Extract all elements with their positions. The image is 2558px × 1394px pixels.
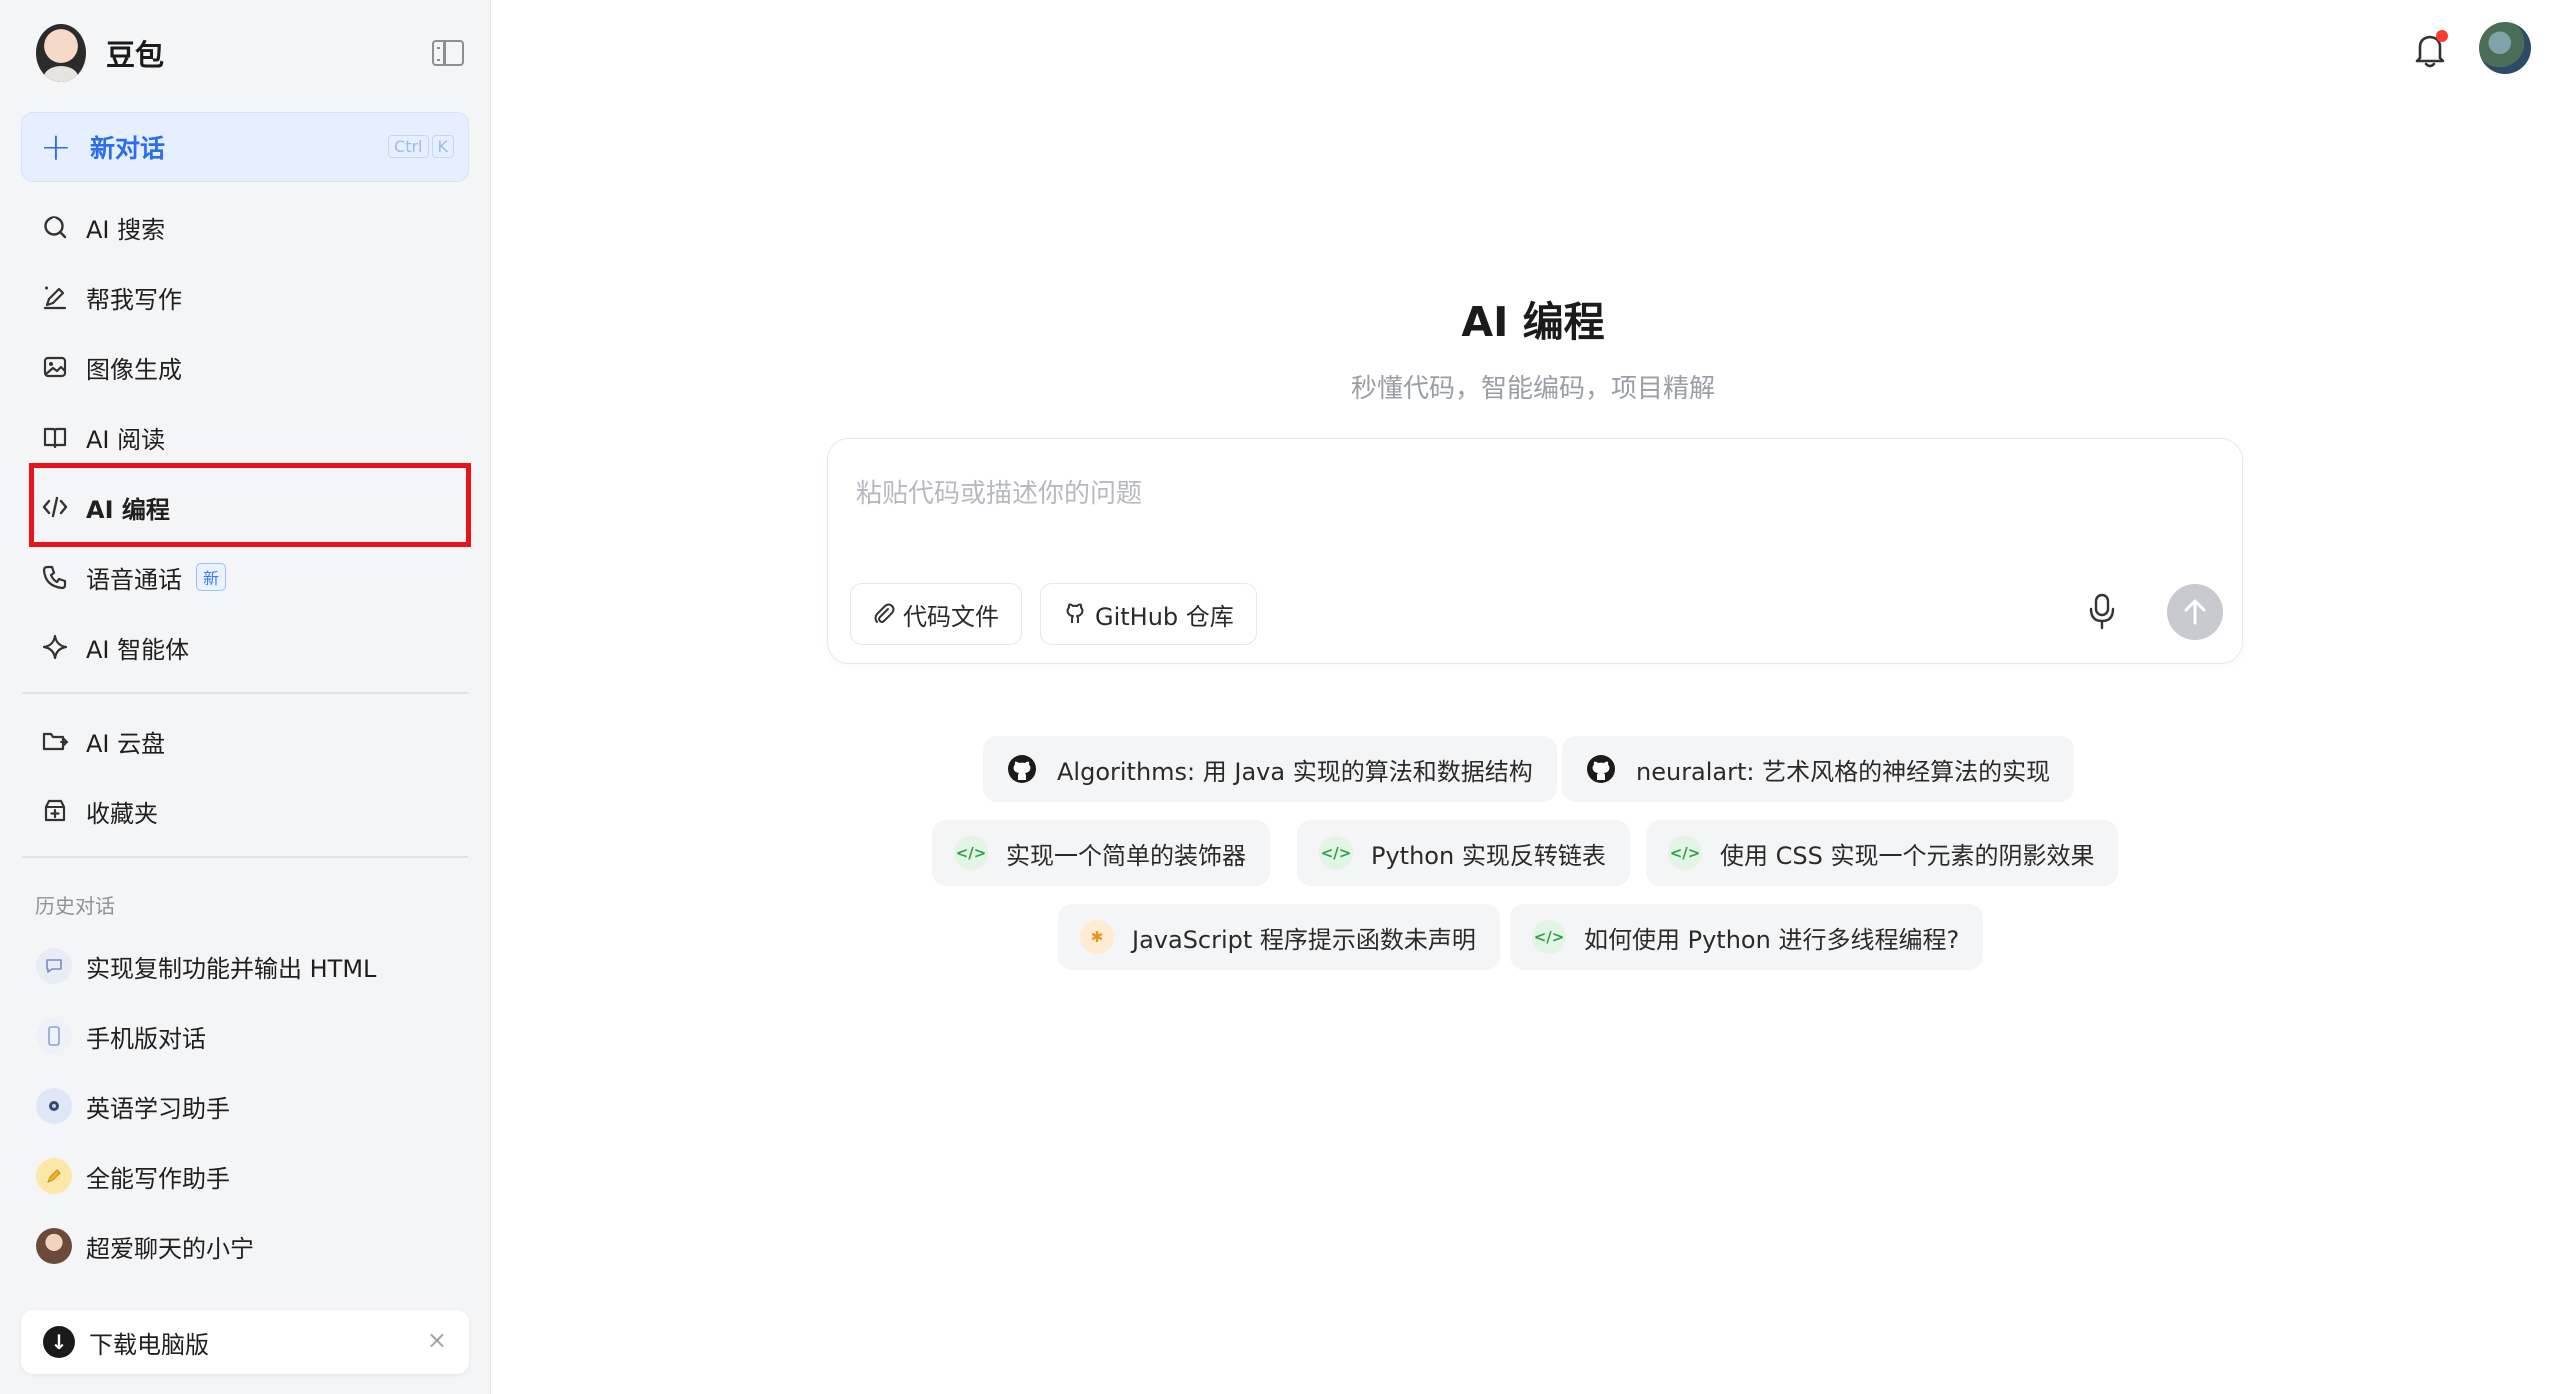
nav-label: 收藏夹: [86, 799, 158, 828]
favorites-icon: [38, 794, 72, 828]
history-item[interactable]: 全能写作助手: [36, 1148, 466, 1204]
code-icon: </>: [1319, 836, 1353, 870]
history-label: 英语学习助手: [86, 1094, 230, 1123]
assistant-avatar-icon: [36, 1088, 72, 1124]
history-item[interactable]: 手机版对话: [36, 1008, 466, 1064]
nav-item-image-gen[interactable]: 图像生成: [28, 338, 468, 396]
sparkle-icon: [38, 630, 72, 664]
code-icon: </>: [954, 836, 988, 870]
github-icon: [1584, 752, 1618, 786]
girl-avatar-icon: [36, 1228, 72, 1264]
keyboard-shortcut: Ctrl K: [388, 135, 454, 158]
code-icon: </>: [1532, 920, 1566, 954]
history-item[interactable]: 英语学习助手: [36, 1078, 466, 1134]
chat-bubble-icon: [36, 948, 72, 984]
nav-label: 帮我写作: [86, 285, 182, 314]
history-label: 实现复制功能并输出 HTML: [86, 954, 377, 983]
github-repo-button[interactable]: GitHub 仓库: [1040, 583, 1257, 645]
new-chat-label: 新对话: [90, 134, 166, 163]
nav-item-cloud-drive[interactable]: AI 云盘: [28, 712, 468, 770]
brand[interactable]: 豆包: [36, 22, 164, 84]
history-section-label: 历史对话: [35, 894, 115, 918]
download-desktop-banner[interactable]: ↓ 下载电脑版 ×: [21, 1310, 469, 1374]
history-label: 手机版对话: [86, 1024, 206, 1053]
download-label: 下载电脑版: [89, 1330, 209, 1359]
code-file-label: 代码文件: [903, 602, 999, 631]
sidebar: 豆包 + 新对话 Ctrl K AI 搜索 帮我写作 图像生成 AI 阅读 AI…: [0, 0, 491, 1394]
nav-item-ai-agent[interactable]: AI 智能体: [28, 618, 468, 676]
nav-item-voice-call[interactable]: 语音通话 新: [28, 548, 468, 606]
doubao-logo-icon: [36, 24, 86, 82]
sidebar-collapse-icon[interactable]: [432, 40, 464, 66]
suggestion-chip[interactable]: </> Python 实现反转链表: [1297, 820, 1630, 886]
page-subtitle: 秒懂代码，智能编码，项目精解: [1350, 374, 1715, 404]
suggestion-chip[interactable]: </> 实现一个简单的装饰器: [932, 820, 1270, 886]
new-chat-button[interactable]: + 新对话 Ctrl K: [21, 112, 469, 182]
github-icon: [1005, 752, 1039, 786]
code-icon: </>: [1668, 836, 1702, 870]
book-icon: [38, 420, 72, 454]
new-badge: 新: [196, 563, 227, 591]
arrow-up-icon: [2184, 599, 2206, 625]
phone-icon: [38, 560, 72, 594]
nav-item-reading[interactable]: AI 阅读: [28, 408, 468, 466]
pen-icon: [38, 280, 72, 314]
github-repo-label: GitHub 仓库: [1095, 602, 1234, 631]
history-label: 超爱聊天的小宁: [86, 1234, 254, 1263]
pencil-avatar-icon: [36, 1158, 72, 1194]
nav-item-ai-search[interactable]: AI 搜索: [28, 198, 468, 256]
selection-highlight: [29, 463, 471, 547]
shortcut-key-k: K: [431, 135, 454, 158]
suggestion-label: Algorithms: 用 Java 实现的算法和数据结构: [1057, 757, 1533, 786]
image-icon: [38, 350, 72, 384]
suggestion-label: 使用 CSS 实现一个元素的阴影效果: [1720, 841, 2095, 870]
code-file-button[interactable]: 代码文件: [850, 583, 1022, 645]
history-item[interactable]: 实现复制功能并输出 HTML: [36, 938, 466, 994]
sidebar-divider: [22, 692, 468, 694]
microphone-icon[interactable]: [2082, 589, 2122, 633]
paperclip-icon: [873, 602, 895, 626]
nav-label: AI 阅读: [86, 425, 166, 454]
suggestion-chip[interactable]: </> 如何使用 Python 进行多线程编程?: [1510, 904, 1984, 970]
bug-icon: ✱: [1080, 920, 1114, 954]
plus-icon: +: [40, 125, 72, 169]
nav-label: 语音通话: [86, 565, 182, 594]
send-button[interactable]: [2167, 584, 2223, 640]
history-item[interactable]: 超爱聊天的小宁: [36, 1218, 466, 1274]
nav-label: 图像生成: [86, 355, 182, 384]
close-icon[interactable]: ×: [427, 1326, 447, 1354]
app-name: 豆包: [106, 38, 165, 72]
suggestion-chip[interactable]: Algorithms: 用 Java 实现的算法和数据结构: [983, 736, 1557, 802]
suggestion-label: 实现一个简单的装饰器: [1006, 841, 1246, 870]
sidebar-divider: [22, 856, 468, 858]
composer: 粘贴代码或描述你的问题 代码文件 GitHub 仓库: [827, 438, 2243, 664]
suggestion-chip[interactable]: neuralart: 艺术风格的神经算法的实现: [1562, 736, 2075, 802]
history-label: 全能写作助手: [86, 1164, 230, 1193]
nav-item-writing[interactable]: 帮我写作: [28, 268, 468, 326]
nav-label: AI 云盘: [86, 729, 166, 758]
suggestion-chip[interactable]: ✱ JavaScript 程序提示函数未声明: [1058, 904, 1500, 970]
nav-item-favorites[interactable]: 收藏夹: [28, 782, 468, 840]
suggestion-label: neuralart: 艺术风格的神经算法的实现: [1636, 757, 2051, 786]
github-icon: [1063, 602, 1087, 626]
nav-label: AI 智能体: [86, 635, 190, 664]
suggestion-label: Python 实现反转链表: [1371, 841, 1606, 870]
suggestion-chip[interactable]: </> 使用 CSS 实现一个元素的阴影效果: [1646, 820, 2119, 886]
user-avatar[interactable]: [2479, 22, 2531, 74]
download-icon: ↓: [43, 1326, 75, 1358]
suggestion-label: 如何使用 Python 进行多线程编程?: [1584, 925, 1960, 954]
phone-device-icon: [36, 1018, 72, 1054]
suggestion-label: JavaScript 程序提示函数未声明: [1132, 925, 1476, 954]
search-icon: [38, 210, 72, 244]
composer-input[interactable]: 粘贴代码或描述你的问题: [856, 473, 1142, 510]
shortcut-key-ctrl: Ctrl: [388, 135, 429, 158]
notification-dot: [2436, 30, 2448, 42]
page-title: AI 编程: [1461, 298, 1605, 346]
cloud-drive-icon: [38, 724, 72, 758]
nav-label: AI 搜索: [86, 215, 166, 244]
